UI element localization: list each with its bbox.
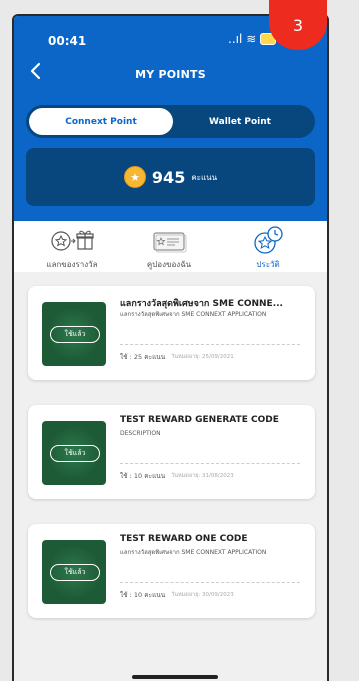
signal-icon: ..ıl: [228, 32, 243, 46]
menu-item-redeem[interactable]: แลกของรางวัล: [32, 224, 112, 271]
reward-expiry: วันหมดอายุ: 31/08/2023: [171, 473, 234, 479]
reward-meta: ใช้ : 10 คะแนน วันหมดอายุ: 30/09/2023: [120, 590, 234, 600]
reward-history-list: ใช้แล้ว แลกรางวัลสุดพิเศษจาก SME CONNE..…: [14, 272, 327, 681]
header: 00:41 ..ıl ≋ MY POINTS Connext Point Wal…: [14, 16, 327, 221]
coin-icon: ★: [123, 166, 146, 188]
reward-title: TEST REWARD ONE CODE: [120, 534, 248, 544]
menu-item-my-coupons[interactable]: คูปองของฉัน: [129, 224, 209, 271]
divider: [120, 344, 300, 345]
tab-connext-point[interactable]: Connext Point: [29, 108, 173, 135]
used-status-pill: ใช้แล้ว: [50, 326, 100, 343]
reward-expiry: วันหมดอายุ: 25/09/2021: [171, 354, 234, 360]
points-summary: ★ 945 คะแนน: [26, 148, 315, 206]
history-icon: [254, 226, 283, 254]
divider: [120, 463, 300, 464]
points-unit: คะแนน: [191, 172, 218, 182]
reward-points-used: ใช้ : 25 คะแนน: [120, 353, 166, 361]
reward-expiry: วันหมดอายุ: 30/09/2023: [171, 592, 234, 598]
reward-points-used: ใช้ : 10 คะแนน: [120, 472, 166, 480]
reward-title: แลกรางวัลสุดพิเศษจาก SME CONNE...: [120, 299, 283, 309]
status-icons: ..ıl ≋: [228, 32, 277, 46]
reward-title: TEST REWARD GENERATE CODE: [120, 415, 279, 425]
tab-wallet-point[interactable]: Wallet Point: [168, 108, 312, 135]
phone-screen: 00:41 ..ıl ≋ MY POINTS Connext Point Wal…: [12, 14, 329, 681]
reward-image: ใช้แล้ว: [42, 540, 106, 604]
used-status-pill: ใช้แล้ว: [50, 564, 100, 581]
reward-card[interactable]: ใช้แล้ว TEST REWARD GENERATE CODE DESCRI…: [28, 405, 315, 499]
reward-card[interactable]: ใช้แล้ว TEST REWARD ONE CODE แลกรางวัลสุ…: [28, 524, 315, 618]
reward-points-used: ใช้ : 10 คะแนน: [120, 591, 166, 599]
page-title: MY POINTS: [135, 68, 206, 81]
reward-image: ใช้แล้ว: [42, 302, 106, 366]
menu-label-redeem: แลกของรางวัล: [46, 260, 98, 269]
status-time: 00:41: [48, 34, 87, 48]
reward-image: ใช้แล้ว: [42, 421, 106, 485]
menu-label-my-coupons: คูปองของฉัน: [146, 260, 192, 269]
used-status-pill: ใช้แล้ว: [50, 445, 100, 462]
menu-label-history: ประวัติ: [256, 260, 280, 269]
home-indicator: [132, 675, 218, 679]
reward-card[interactable]: ใช้แล้ว แลกรางวัลสุดพิเศษจาก SME CONNE..…: [28, 286, 315, 380]
menu-item-history[interactable]: ประวัติ: [228, 224, 308, 271]
reward-description: แลกรางวัลสุดพิเศษจาก SME CONNEXT APPLICA…: [120, 311, 267, 318]
point-tabs: Connext Point Wallet Point: [26, 105, 315, 138]
reward-description: DESCRIPTION: [120, 430, 161, 437]
reward-description: แลกรางวัลสุดพิเศษจาก SME CONNEXT APPLICA…: [120, 549, 267, 556]
redeem-gift-icon: [51, 230, 94, 251]
divider: [120, 582, 300, 583]
coupon-icon: [153, 232, 187, 253]
reward-meta: ใช้ : 25 คะแนน วันหมดอายุ: 25/09/2021: [120, 352, 234, 362]
points-value: 945: [151, 167, 186, 187]
points-menu: แลกของรางวัล คูปองของฉัน ประวัติ: [14, 224, 327, 272]
reward-meta: ใช้ : 10 คะแนน วันหมดอายุ: 31/08/2023: [120, 471, 234, 481]
wifi-icon: ≋: [246, 32, 257, 46]
